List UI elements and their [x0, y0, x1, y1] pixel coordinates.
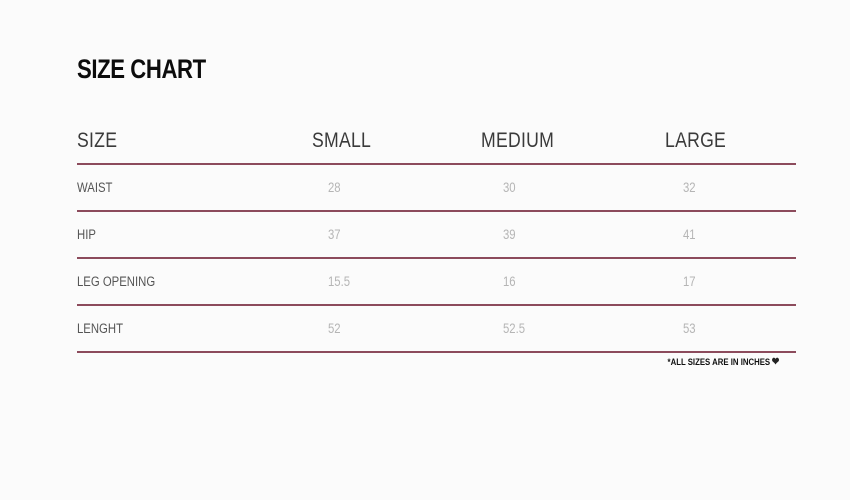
cell-large: 41 — [683, 227, 696, 242]
row-label: LEG OPENING — [77, 274, 156, 289]
row-label: LENGHT — [77, 321, 124, 336]
cell-medium: 39 — [503, 227, 516, 242]
page-title: SIZE CHART — [77, 54, 206, 84]
table-row-waist: WAIST 28 30 32 — [77, 165, 796, 212]
footnote-text: *ALL SIZES ARE IN INCHES — [667, 357, 770, 368]
table-row-leg-opening: LEG OPENING 15.5 16 17 — [77, 259, 796, 306]
header-small: SMALL — [312, 128, 372, 152]
cell-small: 15.5 — [328, 274, 351, 289]
table-row-hip: HIP 37 39 41 — [77, 212, 796, 259]
header-medium: MEDIUM — [481, 128, 555, 152]
cell-small: 52 — [328, 321, 341, 336]
cell-large: 32 — [683, 180, 696, 195]
cell-large: 17 — [683, 274, 696, 289]
cell-large: 53 — [683, 321, 696, 336]
row-label: HIP — [77, 227, 96, 242]
heart-icon: ❤ — [771, 356, 779, 368]
cell-medium: 52.5 — [503, 321, 526, 336]
header-large: LARGE — [665, 128, 727, 152]
cell-small: 28 — [328, 180, 341, 195]
cell-small: 37 — [328, 227, 341, 242]
units-footnote: *ALL SIZES ARE IN INCHES ❤ — [667, 356, 779, 369]
table-header-row: SIZE SMALL MEDIUM LARGE — [77, 118, 796, 165]
header-size: SIZE — [77, 128, 118, 152]
table-row-length: LENGHT 52 52.5 53 — [77, 306, 796, 353]
cell-medium: 16 — [503, 274, 516, 289]
size-table: SIZE SMALL MEDIUM LARGE WAIST 28 30 32 H… — [77, 118, 796, 353]
cell-medium: 30 — [503, 180, 516, 195]
row-label: WAIST — [77, 180, 113, 195]
